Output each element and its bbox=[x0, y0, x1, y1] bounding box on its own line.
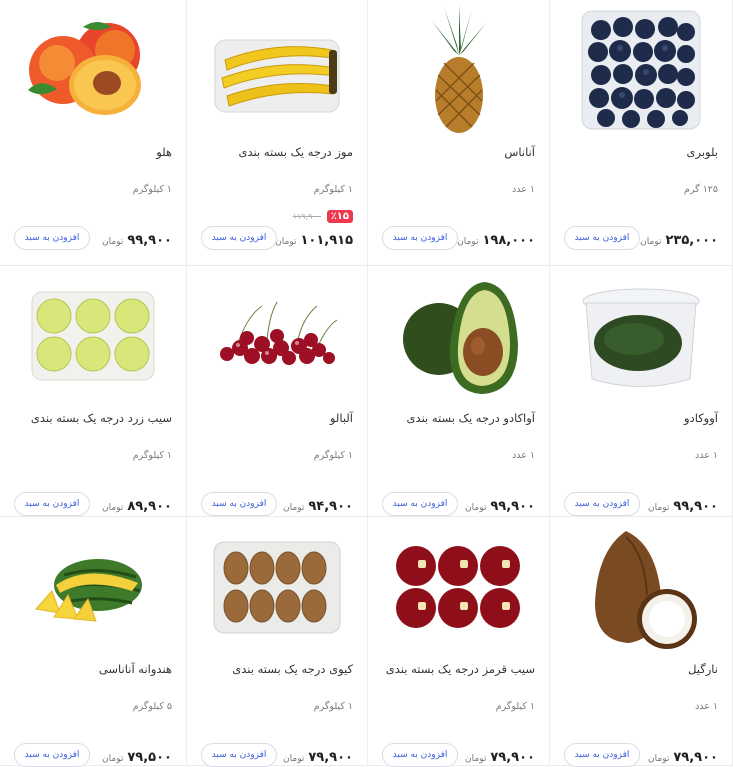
add-to-cart-button[interactable]: افزودن به سبد bbox=[382, 492, 458, 516]
product-price: ۹۴,۹۰۰ تومان bbox=[283, 499, 353, 514]
add-to-cart-button[interactable]: افزودن به سبد bbox=[564, 743, 640, 767]
product-name: آواکادو درجه یک بسته بندی bbox=[406, 411, 535, 425]
product-price: ۱۰۱,۹۱۵ تومان bbox=[275, 233, 353, 248]
product-name: هندوانه آناناسی bbox=[98, 662, 172, 676]
add-to-cart-button[interactable]: افزودن به سبد bbox=[564, 226, 640, 250]
product-name: نارگیل bbox=[688, 662, 718, 676]
product-grid: بلوبری ۱۲۵ گرم ۲۳۵,۰۰۰ تومان افزودن به سب… bbox=[0, 0, 733, 767]
banana-image bbox=[187, 4, 367, 136]
product-price: ۹۹,۹۰۰ تومان bbox=[465, 499, 535, 514]
product-unit: ۱ کیلوگرم bbox=[495, 701, 535, 712]
add-to-cart-button[interactable]: افزودن به سبد bbox=[382, 743, 458, 767]
product-price: ۷۹,۹۰۰ تومان bbox=[283, 750, 353, 765]
product-name: آلبالو bbox=[329, 411, 353, 425]
product-card-yellow-apple[interactable]: سیب زرد درجه یک بسته بندی ۱ کیلوگرم ۸۹,۹… bbox=[0, 266, 187, 517]
product-unit: ۵ کیلوگرم bbox=[132, 701, 172, 712]
coconut-image bbox=[550, 521, 732, 653]
product-price: ۹۹,۹۰۰ تومان bbox=[648, 499, 718, 514]
product-card-peach[interactable]: هلو ۱ کیلوگرم ۹۹,۹۰۰ تومان افزودن به سبد bbox=[0, 0, 187, 266]
product-card-kiwi[interactable]: کیوی درجه یک بسته بندی ۱ کیلوگرم ۷۹,۹۰۰ ت… bbox=[187, 517, 368, 767]
product-unit: ۱ کیلوگرم bbox=[313, 701, 353, 712]
add-to-cart-button[interactable]: افزودن به سبد bbox=[14, 743, 90, 767]
product-unit: ۱۲۵ گرم bbox=[684, 184, 718, 195]
avocado-pack-image bbox=[550, 270, 732, 402]
add-to-cart-button[interactable]: افزودن به سبد bbox=[564, 492, 640, 516]
product-name: هلو bbox=[156, 145, 172, 159]
product-unit: ۱ کیلوگرم bbox=[313, 450, 353, 461]
product-name: کیوی درجه یک بسته بندی bbox=[232, 662, 353, 676]
product-name: سیب زرد درجه یک بسته بندی bbox=[30, 411, 172, 425]
product-card-cherry[interactable]: آلبالو ۱ کیلوگرم ۹۴,۹۰۰ تومان افزودن به س… bbox=[187, 266, 368, 517]
product-name: بلوبری bbox=[686, 145, 719, 159]
product-card-red-apple[interactable]: سیب قرمز درجه یک بسته بندی ۱ کیلوگرم ۷۹,… bbox=[368, 517, 550, 767]
product-price: ۱۹۸,۰۰۰ تومان bbox=[457, 233, 535, 248]
add-to-cart-button[interactable]: افزودن به سبد bbox=[201, 492, 277, 516]
product-unit: ۱ کیلوگرم bbox=[313, 184, 353, 195]
kiwi-image bbox=[187, 521, 367, 653]
product-price: ۸۹,۹۰۰ تومان bbox=[102, 499, 172, 514]
discount-badge: ٪۱۵ bbox=[326, 210, 353, 223]
add-to-cart-button[interactable]: افزودن به سبد bbox=[201, 226, 277, 250]
watermelon-image bbox=[0, 521, 186, 653]
red-apple-image bbox=[368, 521, 549, 653]
product-card-pineapple[interactable]: آناناس ۱ عدد ۱۹۸,۰۰۰ تومان افزودن به سبد bbox=[368, 0, 550, 266]
product-unit: ۱ عدد bbox=[511, 184, 535, 195]
product-name: موز درجه یک بسته بندی bbox=[238, 145, 353, 159]
product-unit: ۱ کیلوگرم bbox=[132, 184, 172, 195]
product-card-avocado[interactable]: آواکادو درجه یک بسته بندی ۱ عدد ۹۹,۹۰۰ تو… bbox=[368, 266, 550, 517]
product-unit: ۱ عدد bbox=[694, 450, 718, 461]
add-to-cart-button[interactable]: افزودن به سبد bbox=[382, 226, 458, 250]
old-price: ۱۱۹,۹۰۰ bbox=[292, 212, 321, 221]
add-to-cart-button[interactable]: افزودن به سبد bbox=[201, 743, 277, 767]
pineapple-image bbox=[368, 4, 549, 136]
peach-image bbox=[0, 4, 186, 136]
product-price: ۲۳۵,۰۰۰ تومان bbox=[640, 233, 718, 248]
add-to-cart-button[interactable]: افزودن به سبد bbox=[14, 492, 90, 516]
product-price: ۷۹,۵۰۰ تومان bbox=[102, 750, 172, 765]
product-card-blueberry[interactable]: بلوبری ۱۲۵ گرم ۲۳۵,۰۰۰ تومان افزودن به سب… bbox=[550, 0, 733, 266]
product-price: ۷۹,۹۰۰ تومان bbox=[648, 750, 718, 765]
product-unit: ۱ کیلوگرم bbox=[132, 450, 172, 461]
product-price: ۹۹,۹۰۰ تومان bbox=[102, 233, 172, 248]
product-name: آووکادو bbox=[684, 411, 718, 425]
product-name: آناناس bbox=[504, 145, 535, 159]
product-card-avocado-pack[interactable]: آووکادو ۱ عدد ۹۹,۹۰۰ تومان افزودن به سبد bbox=[550, 266, 733, 517]
cherry-image bbox=[187, 270, 367, 402]
product-card-banana[interactable]: موز درجه یک بسته بندی ۱ کیلوگرم ۱۱۹,۹۰۰ … bbox=[187, 0, 368, 266]
product-name: سیب قرمز درجه یک بسته بندی bbox=[385, 662, 535, 676]
product-card-coconut[interactable]: نارگیل ۱ عدد ۷۹,۹۰۰ تومان افزودن به سبد bbox=[550, 517, 733, 767]
avocado-image bbox=[368, 270, 549, 402]
product-price: ۷۹,۹۰۰ تومان bbox=[465, 750, 535, 765]
add-to-cart-button[interactable]: افزودن به سبد bbox=[14, 226, 90, 250]
blueberry-image bbox=[550, 4, 732, 136]
product-card-watermelon[interactable]: هندوانه آناناسی ۵ کیلوگرم ۷۹,۵۰۰ تومان اف… bbox=[0, 517, 187, 767]
yellow-apple-image bbox=[0, 270, 186, 402]
product-unit: ۱ عدد bbox=[694, 701, 718, 712]
product-unit: ۱ عدد bbox=[511, 450, 535, 461]
